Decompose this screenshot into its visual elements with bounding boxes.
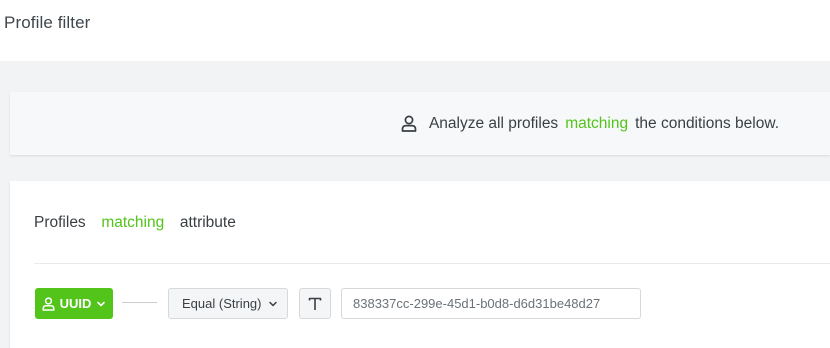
value-type-button[interactable] — [299, 288, 331, 319]
connector-line — [122, 302, 157, 303]
banner-text-before: Analyze all profiles — [428, 114, 559, 132]
card-title: Profiles matching attribute — [34, 214, 236, 232]
operator-select[interactable]: Equal (String) — [168, 288, 288, 319]
card-title-accent: matching — [101, 214, 165, 231]
page-title: Profile filter — [4, 13, 91, 32]
banner-text-accent: matching — [565, 114, 629, 132]
attribute-dropdown-button[interactable]: UUID — [35, 288, 113, 319]
chevron-down-icon — [268, 299, 278, 309]
info-banner: Analyze all profiles matching the condit… — [10, 92, 830, 155]
text-type-icon — [308, 297, 322, 311]
card-title-after: attribute — [179, 214, 236, 231]
filter-card: Profiles matching attribute UUID Equal (… — [10, 181, 830, 348]
card-title-before: Profiles — [34, 214, 86, 231]
attribute-label: UUID — [59, 296, 92, 311]
chevron-down-icon — [96, 299, 106, 309]
person-icon — [42, 296, 56, 311]
banner-text: Analyze all profiles matching the condit… — [401, 92, 779, 155]
operator-label: Equal (String) — [182, 296, 262, 311]
banner-text-after: the conditions below. — [635, 114, 779, 132]
divider — [34, 263, 830, 264]
value-input[interactable] — [341, 288, 641, 319]
content-area: Analyze all profiles matching the condit… — [0, 61, 830, 348]
person-icon — [401, 115, 419, 133]
